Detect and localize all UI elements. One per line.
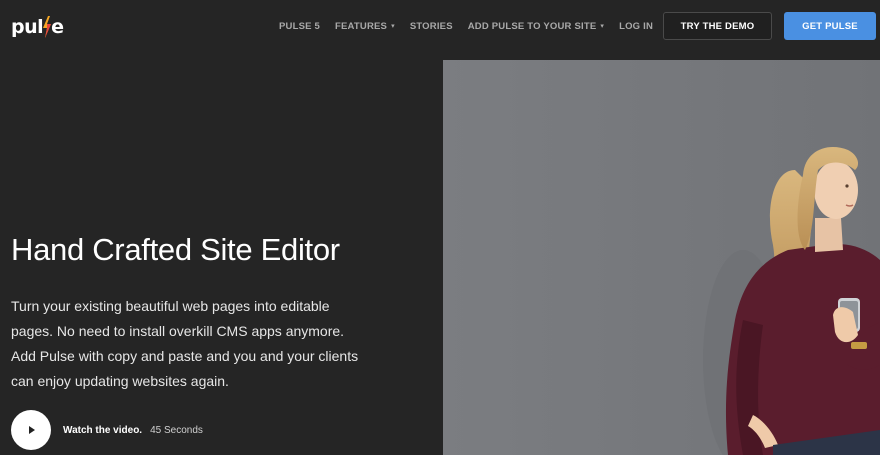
hero-photo [443, 60, 880, 455]
logo-text-left: pul [11, 16, 44, 38]
hero-title: Hand Crafted Site Editor [11, 232, 340, 267]
get-pulse-button[interactable]: GET PULSE [784, 12, 876, 40]
main-nav: PULSE 5 FEATURES ▾ STORIES ADD PULSE TO … [279, 0, 668, 52]
nav-item-pulse-5[interactable]: PULSE 5 [279, 21, 320, 32]
try-demo-button[interactable]: TRY THE DEMO [663, 12, 772, 40]
chevron-down-icon: ▾ [391, 23, 395, 30]
logo-text-right: e [51, 16, 64, 38]
nav-item-features[interactable]: FEATURES ▾ [335, 21, 395, 32]
nav-item-label: PULSE 5 [279, 20, 320, 32]
nav-item-label: ADD PULSE TO YOUR SITE [467, 20, 597, 32]
nav-item-label: FEATURES [335, 20, 388, 32]
video-duration: 45 Seconds [150, 424, 203, 436]
nav-item-label: STORIES [409, 20, 453, 32]
watch-video-link[interactable]: Watch the video. [63, 425, 142, 436]
video-cta: Watch the video. 45 Seconds [11, 410, 203, 450]
nav-item-label: LOG IN [619, 20, 654, 32]
chevron-down-icon: ▾ [600, 23, 605, 30]
site-header: pul e PULSE 5 FEATURES ▾ STORIES ADD PUL… [0, 0, 880, 52]
hero-description: Turn your existing beautiful web pages i… [11, 298, 359, 389]
landing-page: pul e PULSE 5 FEATURES ▾ STORIES ADD PUL… [0, 0, 880, 455]
nav-item-add-pulse[interactable]: ADD PULSE TO YOUR SITE ▾ [468, 21, 604, 32]
play-icon [29, 426, 35, 434]
play-video-button[interactable] [11, 410, 51, 450]
pulse-logo[interactable]: pul e [11, 13, 64, 41]
nav-item-log-in[interactable]: LOG IN [619, 21, 653, 32]
nav-item-stories[interactable]: STORIES [410, 21, 453, 32]
woman-with-phone-illustration [443, 60, 880, 455]
